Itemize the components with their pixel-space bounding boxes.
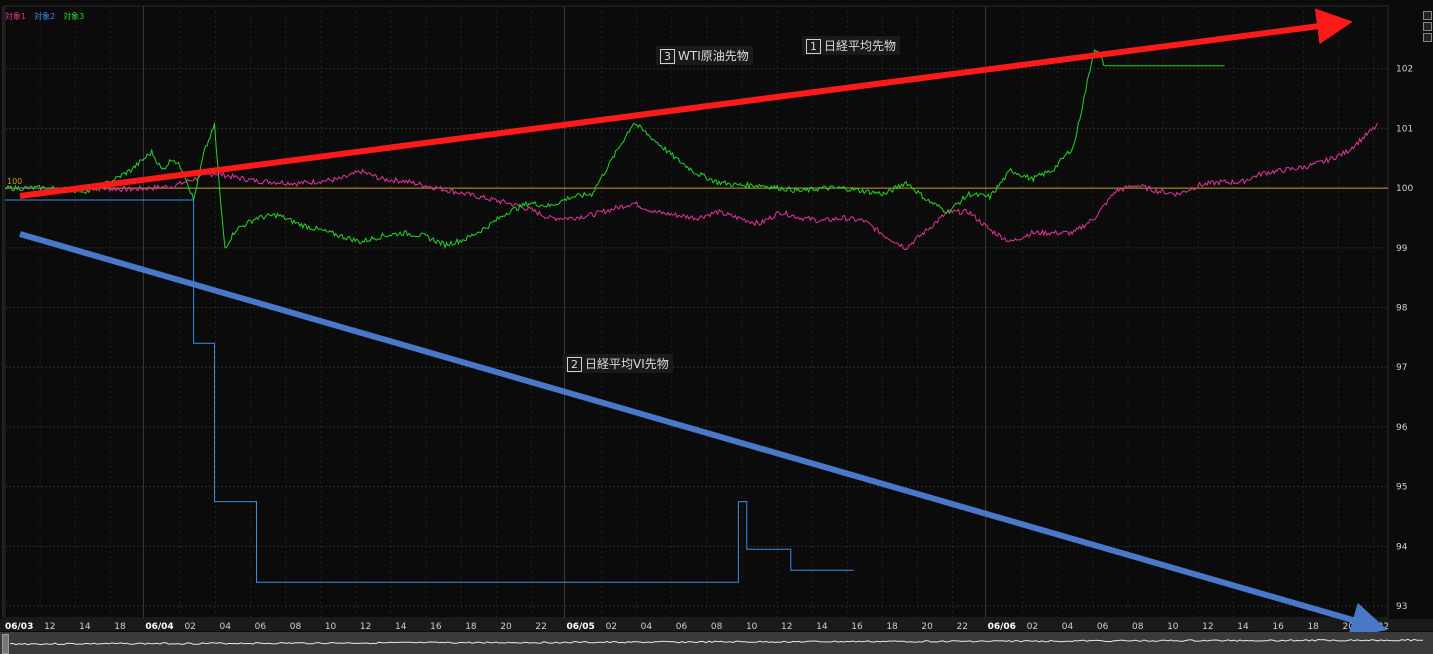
x-tick-label: 16 bbox=[851, 622, 863, 632]
y-tick-label: 95 bbox=[1396, 483, 1407, 493]
y-tick-label: 93 bbox=[1396, 602, 1407, 612]
baseline-100: 100 bbox=[5, 177, 1388, 189]
x-tick-label: 10 bbox=[746, 622, 758, 632]
x-tick-label: 22 bbox=[535, 622, 546, 632]
reset-icon[interactable] bbox=[1423, 33, 1432, 42]
x-tick-label: 06 bbox=[676, 622, 688, 632]
x-tick-label: 08 bbox=[1132, 622, 1144, 632]
x-tick-label: 20 bbox=[1343, 622, 1355, 632]
annotation-text: WTI原油先物 bbox=[678, 49, 749, 63]
x-tick-label: 18 bbox=[1307, 622, 1319, 632]
x-tick-label: 14 bbox=[1237, 622, 1249, 632]
annotation-nikkei-vi-futures: 2 日経平均VI先物 bbox=[563, 354, 673, 373]
zoom-out-icon[interactable] bbox=[1423, 22, 1432, 31]
x-tick-label: 08 bbox=[711, 622, 723, 632]
x-tick-label: 20 bbox=[500, 622, 512, 632]
x-tick-label: 18 bbox=[886, 622, 898, 632]
x-tick-label: 22 bbox=[1378, 622, 1389, 632]
annotation-number: 3 bbox=[660, 49, 675, 64]
x-tick-label: 06/04 bbox=[145, 622, 173, 632]
series-lines bbox=[4, 49, 1378, 583]
annotation-text: 日経平均先物 bbox=[824, 39, 897, 53]
x-tick-label: 02 bbox=[184, 622, 195, 632]
y-tick-label: 97 bbox=[1396, 363, 1407, 373]
x-tick-label: 14 bbox=[395, 622, 407, 632]
x-tick-label: 16 bbox=[430, 622, 442, 632]
x-tick-label: 06/06 bbox=[988, 622, 1016, 632]
baseline-label: 100 bbox=[7, 177, 22, 186]
y-tick-label: 96 bbox=[1396, 423, 1408, 433]
x-tick-label: 12 bbox=[44, 622, 55, 632]
blue-trend-arrow bbox=[19, 231, 1388, 638]
time-scroller[interactable] bbox=[0, 632, 1433, 654]
x-tick-label: 18 bbox=[465, 622, 477, 632]
x-tick-label: 02 bbox=[1027, 622, 1038, 632]
series-line-対象3 bbox=[4, 49, 1225, 250]
x-tick-label: 18 bbox=[114, 622, 126, 632]
y-tick-label: 102 bbox=[1396, 65, 1413, 75]
scroller-series-line bbox=[9, 638, 1424, 646]
x-tick-label: 14 bbox=[79, 622, 91, 632]
y-tick-label: 100 bbox=[1396, 184, 1413, 194]
x-tick-label: 14 bbox=[816, 622, 828, 632]
x-tick-label: 08 bbox=[290, 622, 302, 632]
plot-frame bbox=[4, 5, 1389, 619]
x-tick-label: 02 bbox=[606, 622, 617, 632]
x-tick-label: 12 bbox=[781, 622, 792, 632]
x-tick-label: 04 bbox=[220, 622, 232, 632]
x-tick-label: 06/03 bbox=[5, 622, 33, 632]
legend: 対象1 対象2 対象3 bbox=[5, 11, 84, 22]
y-axis: 102 101 100 99 98 97 96 95 94 93 bbox=[1396, 65, 1413, 612]
y-tick-label: 101 bbox=[1396, 124, 1413, 134]
legend-item-1[interactable]: 対象1 bbox=[5, 11, 26, 22]
x-tick-label: 06/05 bbox=[566, 622, 594, 632]
side-toolbar bbox=[1423, 11, 1432, 42]
x-tick-label: 04 bbox=[1062, 622, 1074, 632]
x-tick-label: 06 bbox=[255, 622, 267, 632]
y-tick-label: 94 bbox=[1396, 542, 1408, 552]
x-tick-label: 04 bbox=[641, 622, 653, 632]
legend-item-2[interactable]: 対象2 bbox=[34, 11, 55, 22]
series-line-対象2 bbox=[5, 199, 854, 583]
x-tick-label: 16 bbox=[1272, 622, 1284, 632]
chart-canvas: 100 10210110099989796959493 06/03 12 14 18 0… bbox=[0, 5, 1433, 638]
y-tick-label: 99 bbox=[1396, 244, 1408, 254]
x-tick-label: 22 bbox=[957, 622, 968, 632]
scroller-handle[interactable] bbox=[2, 634, 9, 654]
x-tick-label: 20 bbox=[921, 622, 933, 632]
series-line-対象1 bbox=[5, 122, 1378, 251]
annotation-number: 1 bbox=[806, 39, 821, 54]
zoom-in-icon[interactable] bbox=[1423, 11, 1432, 20]
x-tick-label: 10 bbox=[1167, 622, 1179, 632]
annotation-text: 日経平均VI先物 bbox=[585, 357, 669, 371]
scroller-minimap bbox=[9, 638, 1424, 646]
legend-item-3[interactable]: 対象3 bbox=[63, 11, 84, 22]
chart-grid bbox=[2, 5, 1389, 619]
annotation-nikkei-futures: 1 日経平均先物 bbox=[802, 36, 901, 55]
x-tick-label: 10 bbox=[325, 622, 337, 632]
x-tick-label: 12 bbox=[360, 622, 371, 632]
annotation-wti-futures: 3 WTI原油先物 bbox=[656, 46, 753, 65]
y-tick-label: 98 bbox=[1396, 304, 1408, 314]
x-axis: 06/03 12 14 18 06/04 02 04 06 08 10 12 14 16 18 20 22 06… bbox=[0, 619, 1433, 632]
x-tick-label: 06 bbox=[1097, 622, 1109, 632]
trend-arrows bbox=[19, 8, 1388, 638]
x-tick-label: 12 bbox=[1202, 622, 1213, 632]
annotation-number: 2 bbox=[567, 357, 582, 372]
